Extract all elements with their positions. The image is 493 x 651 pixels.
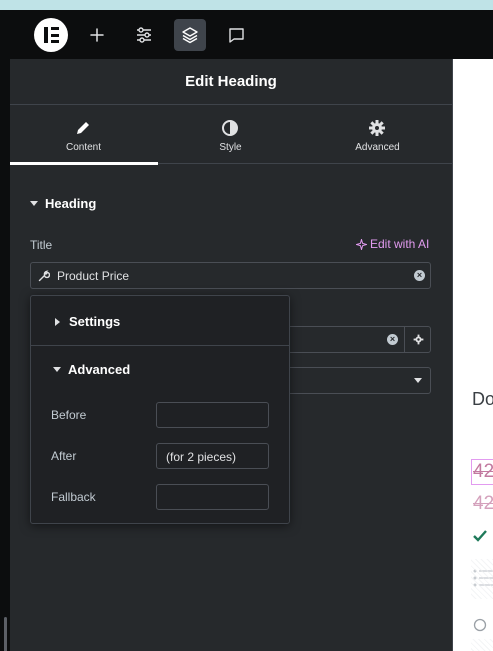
section-heading-toggle[interactable]: Heading	[30, 196, 96, 211]
panel-title: Edit Heading	[10, 59, 452, 105]
after-label: After	[51, 449, 77, 463]
radio-circle-icon	[473, 618, 487, 632]
gear-icon	[369, 120, 385, 136]
section-heading-label: Heading	[45, 196, 97, 211]
caret-down-icon	[30, 201, 38, 206]
fallback-input[interactable]	[156, 484, 269, 510]
clear-link-icon[interactable]: ×	[387, 334, 398, 345]
preview-heading-fragment: Do	[472, 389, 493, 409]
caret-right-icon	[55, 317, 60, 326]
preview-price-2: 42	[473, 493, 493, 514]
placeholder-pattern	[471, 559, 493, 599]
site-settings-button[interactable]	[128, 19, 160, 51]
contrast-icon	[222, 120, 238, 136]
comment-icon	[228, 27, 244, 43]
title-label: Title	[30, 238, 53, 252]
popover-settings-label: Settings	[69, 314, 121, 329]
caret-down-icon	[53, 367, 61, 372]
elementor-logo[interactable]	[34, 18, 68, 52]
layers-icon	[182, 27, 198, 44]
add-element-button[interactable]	[81, 19, 113, 51]
pencil-icon	[77, 122, 89, 134]
structure-button[interactable]	[174, 19, 206, 51]
tab-style[interactable]: Style	[157, 106, 304, 164]
tab-advanced[interactable]: Advanced	[304, 106, 451, 164]
title-input[interactable]: Product Price ×	[30, 262, 431, 289]
title-input-value: Product Price	[57, 269, 130, 283]
active-tab-indicator	[10, 162, 158, 165]
check-icon	[473, 530, 487, 542]
preview-price-1: 42	[473, 461, 493, 482]
scrollbar-thumb[interactable]	[4, 617, 7, 651]
editor-topbar	[10, 10, 493, 59]
notes-button[interactable]	[220, 19, 252, 51]
edit-with-ai-label: Edit with AI	[370, 237, 430, 251]
before-label: Before	[51, 408, 87, 422]
placeholder-pattern	[471, 639, 493, 651]
tab-advanced-label: Advanced	[355, 142, 400, 153]
plus-icon	[90, 28, 104, 42]
chevron-down-icon	[414, 378, 422, 383]
sliders-icon	[137, 27, 151, 43]
clear-dynamic-icon[interactable]: ×	[414, 270, 425, 281]
edit-with-ai-link[interactable]: Edit with AI	[356, 237, 429, 251]
divider	[404, 327, 405, 352]
preview-canvas[interactable]: Do 42 42	[452, 59, 493, 651]
link-settings-gear-icon[interactable]	[413, 334, 424, 345]
html-tag-select[interactable]	[270, 367, 431, 394]
fallback-label: Fallback	[51, 490, 96, 504]
dynamic-tag-settings-popover: Settings Advanced Before After (for 2 pi…	[30, 295, 290, 524]
sparkle-icon	[356, 238, 367, 250]
wrench-icon	[38, 270, 50, 282]
tab-style-label: Style	[219, 142, 242, 153]
panel-tabs: Content Style Advanced	[10, 106, 452, 165]
popover-advanced-label: Advanced	[68, 362, 131, 377]
before-input[interactable]	[156, 402, 269, 428]
after-input[interactable]: (for 2 pieces)	[156, 443, 269, 469]
left-scroll-rail	[0, 10, 10, 651]
link-input[interactable]: ×	[270, 326, 431, 353]
tab-content-label: Content	[65, 142, 102, 153]
popover-settings-toggle[interactable]: Settings	[31, 296, 289, 346]
editor-panel: Edit Heading Content Style Advanced Head…	[10, 59, 452, 651]
tab-content[interactable]: Content	[10, 106, 158, 165]
browser-top-strip	[0, 0, 493, 10]
